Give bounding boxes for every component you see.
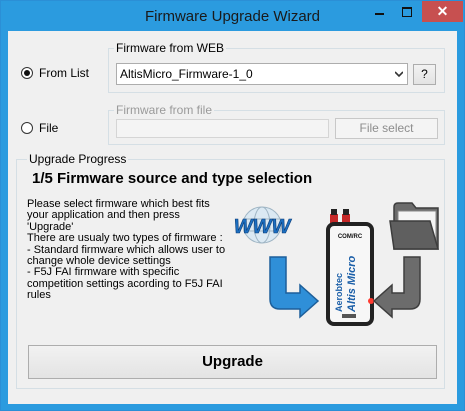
client-area: From List Firmware from WEB AltisMicro_F… bbox=[8, 31, 457, 404]
close-icon: ✕ bbox=[436, 3, 449, 19]
maximize-icon bbox=[402, 7, 412, 17]
progress-group-title: Upgrade Progress bbox=[27, 152, 129, 166]
from-list-radio[interactable] bbox=[21, 67, 33, 79]
dropdown-arrow-icon bbox=[395, 71, 403, 78]
wizard-window: Firmware Upgrade Wizard ✕ From List Firm… bbox=[0, 0, 465, 411]
device-brand-text: Altis Micro bbox=[346, 255, 358, 313]
close-button[interactable]: ✕ bbox=[422, 1, 463, 22]
file-arrow-icon bbox=[372, 256, 421, 319]
download-arrow-icon bbox=[269, 256, 320, 319]
upgrade-button[interactable]: Upgrade bbox=[28, 345, 437, 379]
web-group-title: Firmware from WEB bbox=[114, 41, 226, 55]
file-label[interactable]: File bbox=[39, 121, 58, 135]
from-list-label[interactable]: From List bbox=[39, 66, 89, 80]
file-group-title: Firmware from file bbox=[114, 103, 215, 117]
device-icon: COM/RC Aerobtec Altis Micro bbox=[326, 209, 374, 326]
minimize-button[interactable] bbox=[366, 1, 392, 22]
file-select-button[interactable]: File select bbox=[335, 118, 438, 139]
file-path-input[interactable] bbox=[116, 119, 329, 138]
title-bar[interactable]: Firmware Upgrade Wizard ✕ bbox=[1, 1, 464, 31]
firmware-illustration: WWW COM/RC Aerobtec Altis Micro bbox=[234, 202, 439, 326]
minimize-icon bbox=[375, 13, 384, 15]
step-title: 1/5 Firmware source and type selection bbox=[32, 170, 313, 187]
device-label-top: COM/RC bbox=[338, 234, 363, 240]
help-button[interactable]: ? bbox=[413, 64, 436, 85]
www-icon: WWW bbox=[234, 206, 293, 244]
step-description: Please select firmware which best fits y… bbox=[27, 198, 226, 302]
maximize-button[interactable] bbox=[394, 1, 420, 22]
folder-icon bbox=[389, 202, 439, 250]
file-radio[interactable] bbox=[21, 122, 33, 134]
firmware-select-value: AltisMicro_Firmware-1_0 bbox=[120, 67, 253, 81]
www-icon-text: WWW bbox=[234, 216, 292, 238]
firmware-select[interactable]: AltisMicro_Firmware-1_0 bbox=[116, 63, 408, 85]
device-logo-text: Aerobtec bbox=[334, 273, 344, 312]
